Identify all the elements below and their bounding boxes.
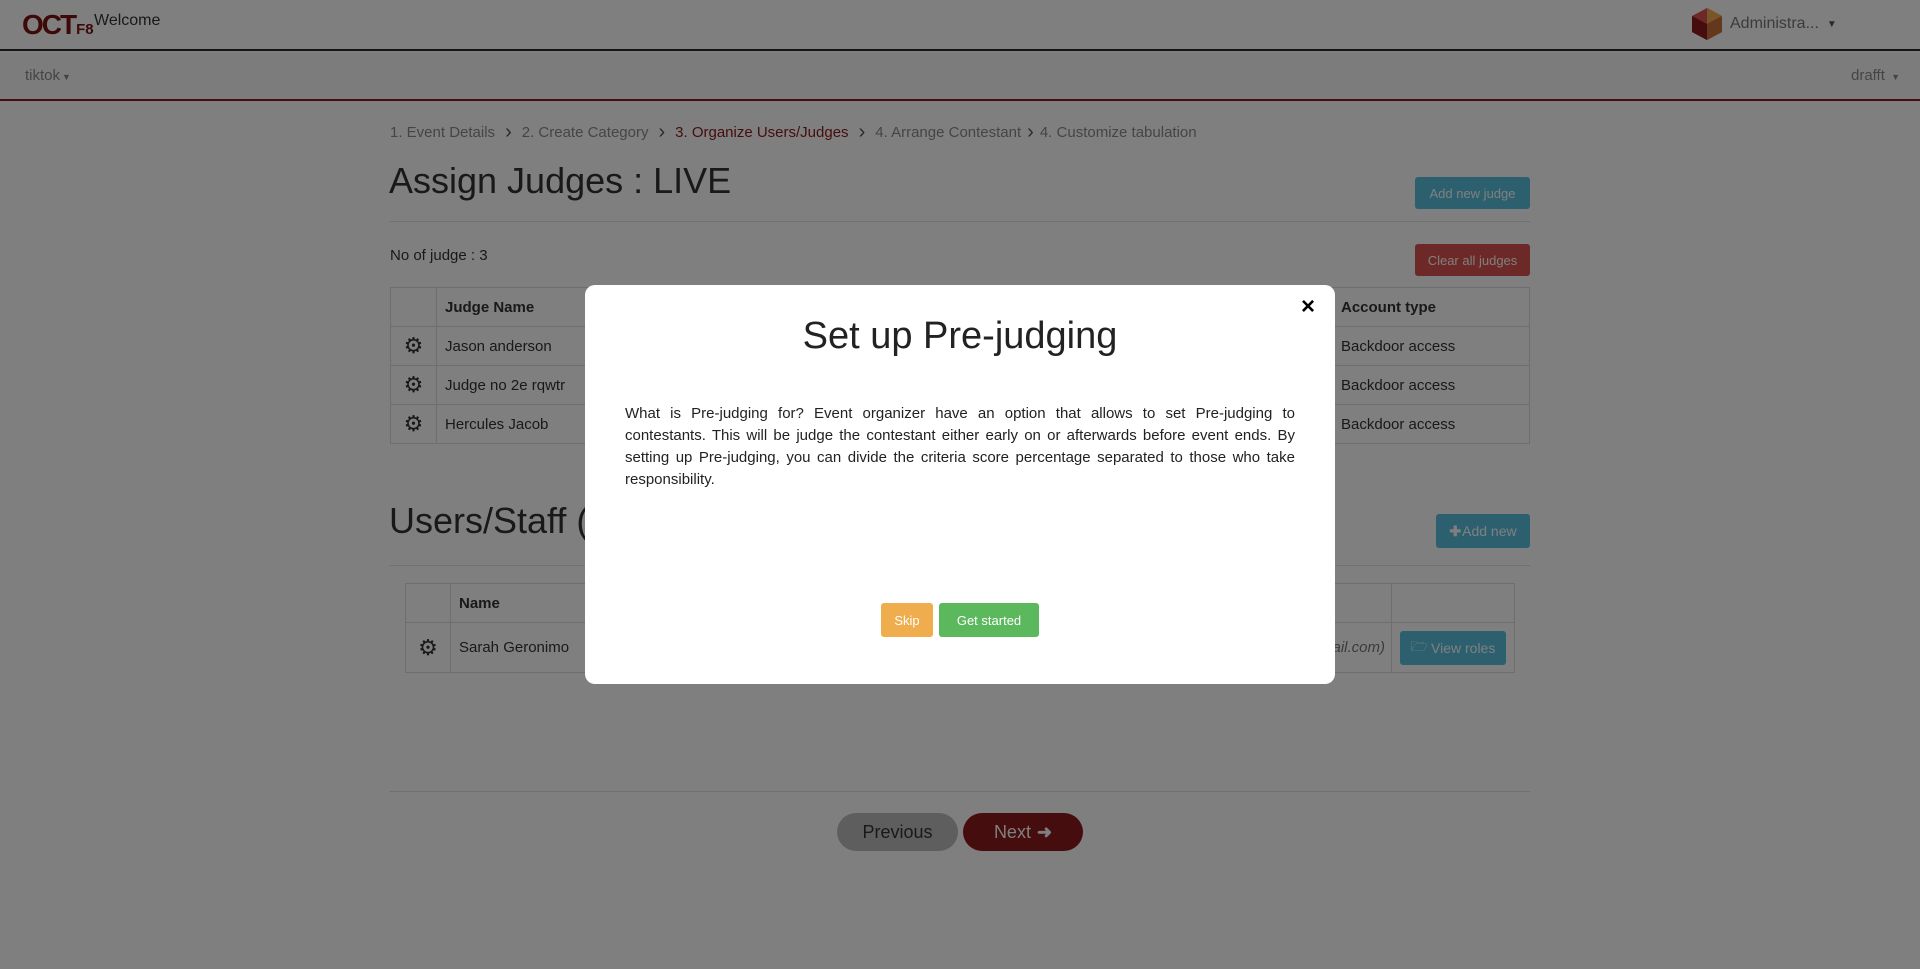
modal-description: What is Pre-judging for? Event organizer…: [625, 405, 1295, 488]
prejudging-modal: × Set up Pre-judging What is Pre-judging…: [585, 285, 1335, 684]
get-started-button[interactable]: Get started: [939, 603, 1039, 637]
modal-title: Set up Pre-judging: [802, 315, 1118, 357]
skip-button[interactable]: Skip: [881, 603, 933, 637]
